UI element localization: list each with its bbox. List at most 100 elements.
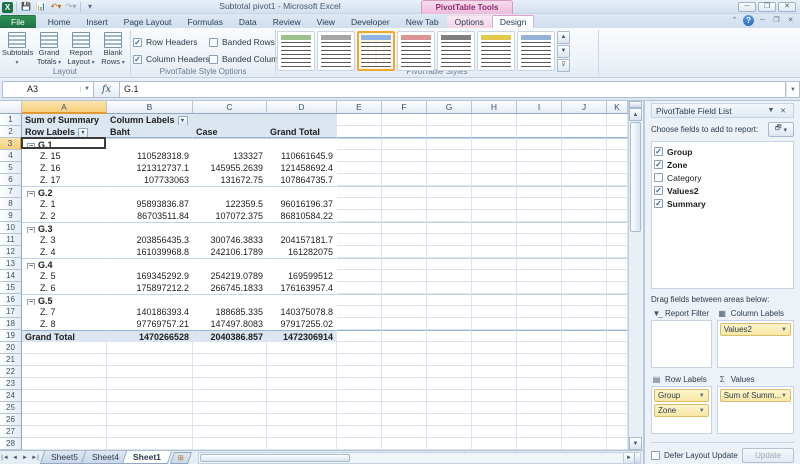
cell[interactable]: [517, 270, 562, 282]
cell[interactable]: [607, 390, 628, 402]
prev-sheet-icon[interactable]: ◄: [10, 455, 20, 461]
cell[interactable]: [337, 162, 382, 174]
cell[interactable]: [472, 426, 517, 438]
pill-dropdown-icon[interactable]: ▼: [699, 393, 705, 399]
cell[interactable]: [22, 390, 107, 402]
ribbon-tab-file[interactable]: File: [0, 15, 36, 28]
cell[interactable]: 97769757.21: [107, 318, 193, 330]
column-header-E[interactable]: E: [337, 101, 382, 114]
cell[interactable]: [337, 198, 382, 210]
cell[interactable]: [337, 174, 382, 186]
row-header-16[interactable]: 16: [0, 294, 22, 306]
cell[interactable]: [107, 222, 193, 234]
field-item-summary[interactable]: Summary: [654, 197, 791, 210]
cell[interactable]: [472, 126, 517, 138]
cell[interactable]: [517, 174, 562, 186]
cell[interactable]: Z. 5: [22, 270, 107, 282]
scroll-up-icon[interactable]: ▲: [629, 108, 642, 121]
cell[interactable]: [517, 306, 562, 318]
cell[interactable]: [382, 354, 427, 366]
cell[interactable]: [382, 234, 427, 246]
cell[interactable]: [517, 246, 562, 258]
minimize-button[interactable]: ─: [738, 2, 756, 12]
cell[interactable]: [427, 402, 472, 414]
cell[interactable]: [193, 222, 267, 234]
cell[interactable]: [382, 318, 427, 330]
cell[interactable]: 254219.0789: [193, 270, 267, 282]
cell[interactable]: 188685.335: [193, 306, 267, 318]
cell[interactable]: [337, 438, 382, 450]
cell[interactable]: 176163957.4: [267, 282, 337, 294]
cell[interactable]: [427, 162, 472, 174]
cell[interactable]: [382, 162, 427, 174]
cell[interactable]: [427, 330, 472, 342]
cell[interactable]: [427, 126, 472, 138]
cell[interactable]: [562, 330, 607, 342]
cell[interactable]: [517, 210, 562, 222]
row-header-22[interactable]: 22: [0, 366, 22, 378]
cell[interactable]: [472, 402, 517, 414]
cell[interactable]: [267, 378, 337, 390]
name-box[interactable]: A3 ▼: [2, 81, 94, 98]
pane-menu-icon[interactable]: ▼: [765, 107, 777, 114]
cell[interactable]: [427, 270, 472, 282]
cell[interactable]: 110661645.9: [267, 150, 337, 162]
cell[interactable]: 86703511.84: [107, 210, 193, 222]
cell[interactable]: [472, 210, 517, 222]
cell[interactable]: 1472306914: [267, 330, 337, 342]
cell[interactable]: [382, 282, 427, 294]
cell[interactable]: [517, 258, 562, 270]
cell[interactable]: [517, 186, 562, 198]
ribbon-tab-data[interactable]: Data: [231, 15, 265, 28]
cell[interactable]: [427, 378, 472, 390]
cell[interactable]: [472, 390, 517, 402]
cell[interactable]: [427, 354, 472, 366]
cell[interactable]: 2040386.857: [193, 330, 267, 342]
help-icon[interactable]: ?: [743, 15, 754, 26]
cell[interactable]: [607, 126, 628, 138]
grand-totals-button[interactable]: GrandTotals ▾: [34, 31, 64, 69]
cell[interactable]: [517, 282, 562, 294]
row-header-15[interactable]: 15: [0, 282, 22, 294]
cell[interactable]: [337, 318, 382, 330]
cell[interactable]: [107, 258, 193, 270]
row-header-1[interactable]: 1: [0, 114, 22, 126]
cell[interactable]: [472, 258, 517, 270]
cell[interactable]: [472, 306, 517, 318]
field-pill-values2[interactable]: Values2▼: [720, 323, 791, 336]
cell[interactable]: [193, 294, 267, 306]
ribbon-tab-new-tab[interactable]: New Tab: [398, 15, 447, 28]
cell[interactable]: [607, 234, 628, 246]
style-swatch-light-blue[interactable]: [357, 31, 395, 71]
cell[interactable]: [107, 366, 193, 378]
column-header-K[interactable]: K: [607, 101, 628, 114]
cell[interactable]: [193, 354, 267, 366]
cell[interactable]: [517, 234, 562, 246]
style-swatch-light-yellow[interactable]: [477, 31, 515, 71]
cell[interactable]: [267, 366, 337, 378]
cell[interactable]: [472, 282, 517, 294]
cell[interactable]: 107072.375: [193, 210, 267, 222]
vertical-split-handle[interactable]: [629, 101, 642, 108]
cell[interactable]: 121312737.1: [107, 162, 193, 174]
cell[interactable]: [382, 186, 427, 198]
cell[interactable]: [517, 198, 562, 210]
cell[interactable]: [607, 174, 628, 186]
cell[interactable]: [337, 270, 382, 282]
cell[interactable]: 95893836.87: [107, 198, 193, 210]
values-box[interactable]: Sum of Summ...▼: [717, 386, 794, 434]
cell[interactable]: [427, 138, 472, 150]
cell[interactable]: [607, 198, 628, 210]
cell[interactable]: [193, 378, 267, 390]
cell[interactable]: [382, 306, 427, 318]
cell[interactable]: [607, 378, 628, 390]
cell[interactable]: [267, 390, 337, 402]
cell[interactable]: [607, 414, 628, 426]
cell[interactable]: [427, 426, 472, 438]
cell[interactable]: [382, 366, 427, 378]
cell[interactable]: [517, 342, 562, 354]
close-button[interactable]: ✕: [778, 2, 796, 12]
row-header-13[interactable]: 13: [0, 258, 22, 270]
cell[interactable]: [472, 366, 517, 378]
cell[interactable]: [267, 294, 337, 306]
